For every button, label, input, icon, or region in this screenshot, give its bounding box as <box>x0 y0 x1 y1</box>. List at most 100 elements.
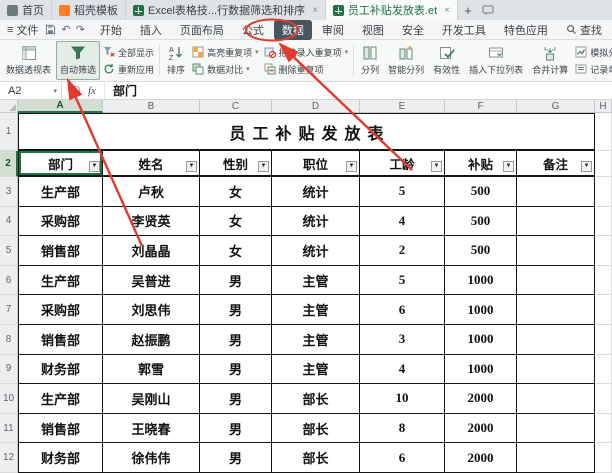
cell-D3[interactable]: 统计 <box>272 177 360 207</box>
cell-B10[interactable]: 吴刚山 <box>103 384 200 414</box>
cell-G9[interactable] <box>517 354 595 385</box>
cell-F4[interactable]: 500 <box>445 206 517 237</box>
show-all-button[interactable]: 全部显示 <box>103 46 154 59</box>
cell-C11[interactable]: 男 <box>200 413 272 444</box>
cell-B4[interactable]: 李贤英 <box>103 206 200 237</box>
reapply-button[interactable]: 重新应用 <box>103 63 154 76</box>
column-header-c[interactable]: C <box>200 100 272 113</box>
cell-E8[interactable]: 3 <box>360 324 445 355</box>
cell-A9[interactable]: 财务部 <box>18 354 103 385</box>
column-header-g[interactable]: G <box>517 100 595 113</box>
cell-D9[interactable]: 主管 <box>272 354 360 385</box>
cell-title-A1[interactable]: 员工补贴发放表 <box>18 113 595 151</box>
redo-icon[interactable]: ↷ <box>76 23 85 36</box>
new-tab-button[interactable]: + <box>458 0 478 20</box>
formula-bar-content[interactable]: 部门 <box>105 82 137 99</box>
cell-E7[interactable]: 6 <box>360 295 445 325</box>
row-header-11[interactable]: 11 <box>0 413 18 444</box>
menu-item-review[interactable]: 审阅 <box>314 20 352 40</box>
cell-E11[interactable]: 8 <box>360 413 445 444</box>
cell-A3[interactable]: 生产部 <box>18 177 103 207</box>
filter-button-dept[interactable]: ▼ <box>89 161 100 172</box>
cell-H5[interactable] <box>595 236 612 266</box>
file-menu[interactable]: ≡ 文件 <box>0 22 45 38</box>
fx-icon[interactable]: fx <box>88 85 96 97</box>
cell-G8[interactable] <box>517 324 595 355</box>
cell-C6[interactable]: 男 <box>200 265 272 296</box>
cell-F2[interactable]: 补贴 ▼ <box>445 151 517 177</box>
cell-D4[interactable]: 统计 <box>272 206 360 237</box>
consolidate-button[interactable]: 合并计算 <box>528 41 572 80</box>
cell-F11[interactable]: 2000 <box>445 413 517 444</box>
column-header-b[interactable]: B <box>103 100 200 113</box>
menu-item-special-apps[interactable]: 特色应用 <box>496 20 556 40</box>
menu-item-start[interactable]: 开始 <box>92 20 130 40</box>
cell-D12[interactable]: 部长 <box>272 443 360 473</box>
menu-item-page-layout[interactable]: 页面布局 <box>172 20 232 40</box>
row-header-3[interactable]: 3 <box>0 177 18 207</box>
cell-F5[interactable]: 500 <box>445 236 517 266</box>
cell-E10[interactable]: 10 <box>360 384 445 414</box>
cell-E3[interactable]: 5 <box>360 177 445 207</box>
row-header-4[interactable]: 4 <box>0 206 18 237</box>
cell-G7[interactable] <box>517 295 595 325</box>
cell-B2[interactable]: 姓名 ▼ <box>103 151 200 177</box>
cell-H11[interactable] <box>595 413 612 444</box>
cell-C12[interactable]: 男 <box>200 443 272 473</box>
pivot-table-button[interactable]: 数据透视表 <box>2 41 55 80</box>
column-header-f[interactable]: F <box>445 100 517 113</box>
validation-button[interactable]: 有效性 <box>429 41 464 80</box>
cell-G2[interactable]: 备注 ▼ <box>517 151 595 177</box>
menu-item-view[interactable]: 视图 <box>354 20 392 40</box>
cell-G3[interactable] <box>517 177 595 207</box>
cell-D10[interactable]: 部长 <box>272 384 360 414</box>
cell-D2[interactable]: 职位 ▼ <box>272 151 360 177</box>
cell-C3[interactable]: 女 <box>200 177 272 207</box>
filter-button-gender[interactable]: ▼ <box>258 161 269 172</box>
cell-F7[interactable]: 1000 <box>445 295 517 325</box>
close-tab-icon[interactable]: × <box>312 5 318 16</box>
menu-item-formulas[interactable]: 公式 <box>234 20 272 40</box>
cell-H12[interactable] <box>595 443 612 473</box>
cell-F10[interactable]: 2000 <box>445 384 517 414</box>
row-header-8[interactable]: 8 <box>0 324 18 355</box>
close-tab-icon[interactable]: × <box>444 5 450 16</box>
cell-C5[interactable]: 女 <box>200 236 272 266</box>
find-button[interactable]: 查找 <box>566 22 612 38</box>
data-compare-button[interactable]: 数据对比 ▾ <box>192 63 259 76</box>
cell-A6[interactable]: 生产部 <box>18 265 103 296</box>
row-header-5[interactable]: 5 <box>0 236 18 266</box>
menu-item-insert[interactable]: 插入 <box>132 20 170 40</box>
cell-A8[interactable]: 销售部 <box>18 324 103 355</box>
save-icon[interactable] <box>45 24 56 35</box>
menu-item-data[interactable]: 数据 <box>273 19 312 40</box>
cell-G4[interactable] <box>517 206 595 237</box>
insert-function-icon[interactable] <box>70 85 81 96</box>
reject-duplicates-button[interactable]: 拒绝录入重复项 ▾ <box>264 46 348 59</box>
filter-button-position[interactable]: ▼ <box>346 161 357 172</box>
cell-A12[interactable]: 财务部 <box>18 443 103 473</box>
row-header-2[interactable]: 2 <box>0 151 18 177</box>
cell-B11[interactable]: 王晓春 <box>103 413 200 444</box>
cell-G11[interactable] <box>517 413 595 444</box>
column-header-e[interactable]: E <box>360 100 445 113</box>
cell-A4[interactable]: 采购部 <box>18 206 103 237</box>
remove-duplicates-button[interactable]: 删除重复项 <box>264 63 349 76</box>
name-box[interactable]: A2 ▾ <box>0 82 62 99</box>
cell-G6[interactable] <box>517 265 595 296</box>
cell-C10[interactable]: 男 <box>200 384 272 414</box>
cell-D8[interactable]: 主管 <box>272 324 360 355</box>
cell-C4[interactable]: 女 <box>200 206 272 237</box>
cell-A7[interactable]: 采购部 <box>18 295 103 325</box>
cell-B3[interactable]: 卢秋 <box>103 177 200 207</box>
cell-E2[interactable]: 工龄 ▼ <box>360 151 445 177</box>
cell-D7[interactable]: 主管 <box>272 295 360 325</box>
cell-D5[interactable]: 统计 <box>272 236 360 266</box>
cell-C9[interactable]: 男 <box>200 354 272 385</box>
row-header-7[interactable]: 7 <box>0 295 18 325</box>
cell-H9[interactable] <box>595 354 612 385</box>
column-header-d[interactable]: D <box>272 100 360 113</box>
cell-B8[interactable]: 赵振鹏 <box>103 324 200 355</box>
cell-H1[interactable] <box>595 113 612 151</box>
cell-G12[interactable] <box>517 443 595 473</box>
